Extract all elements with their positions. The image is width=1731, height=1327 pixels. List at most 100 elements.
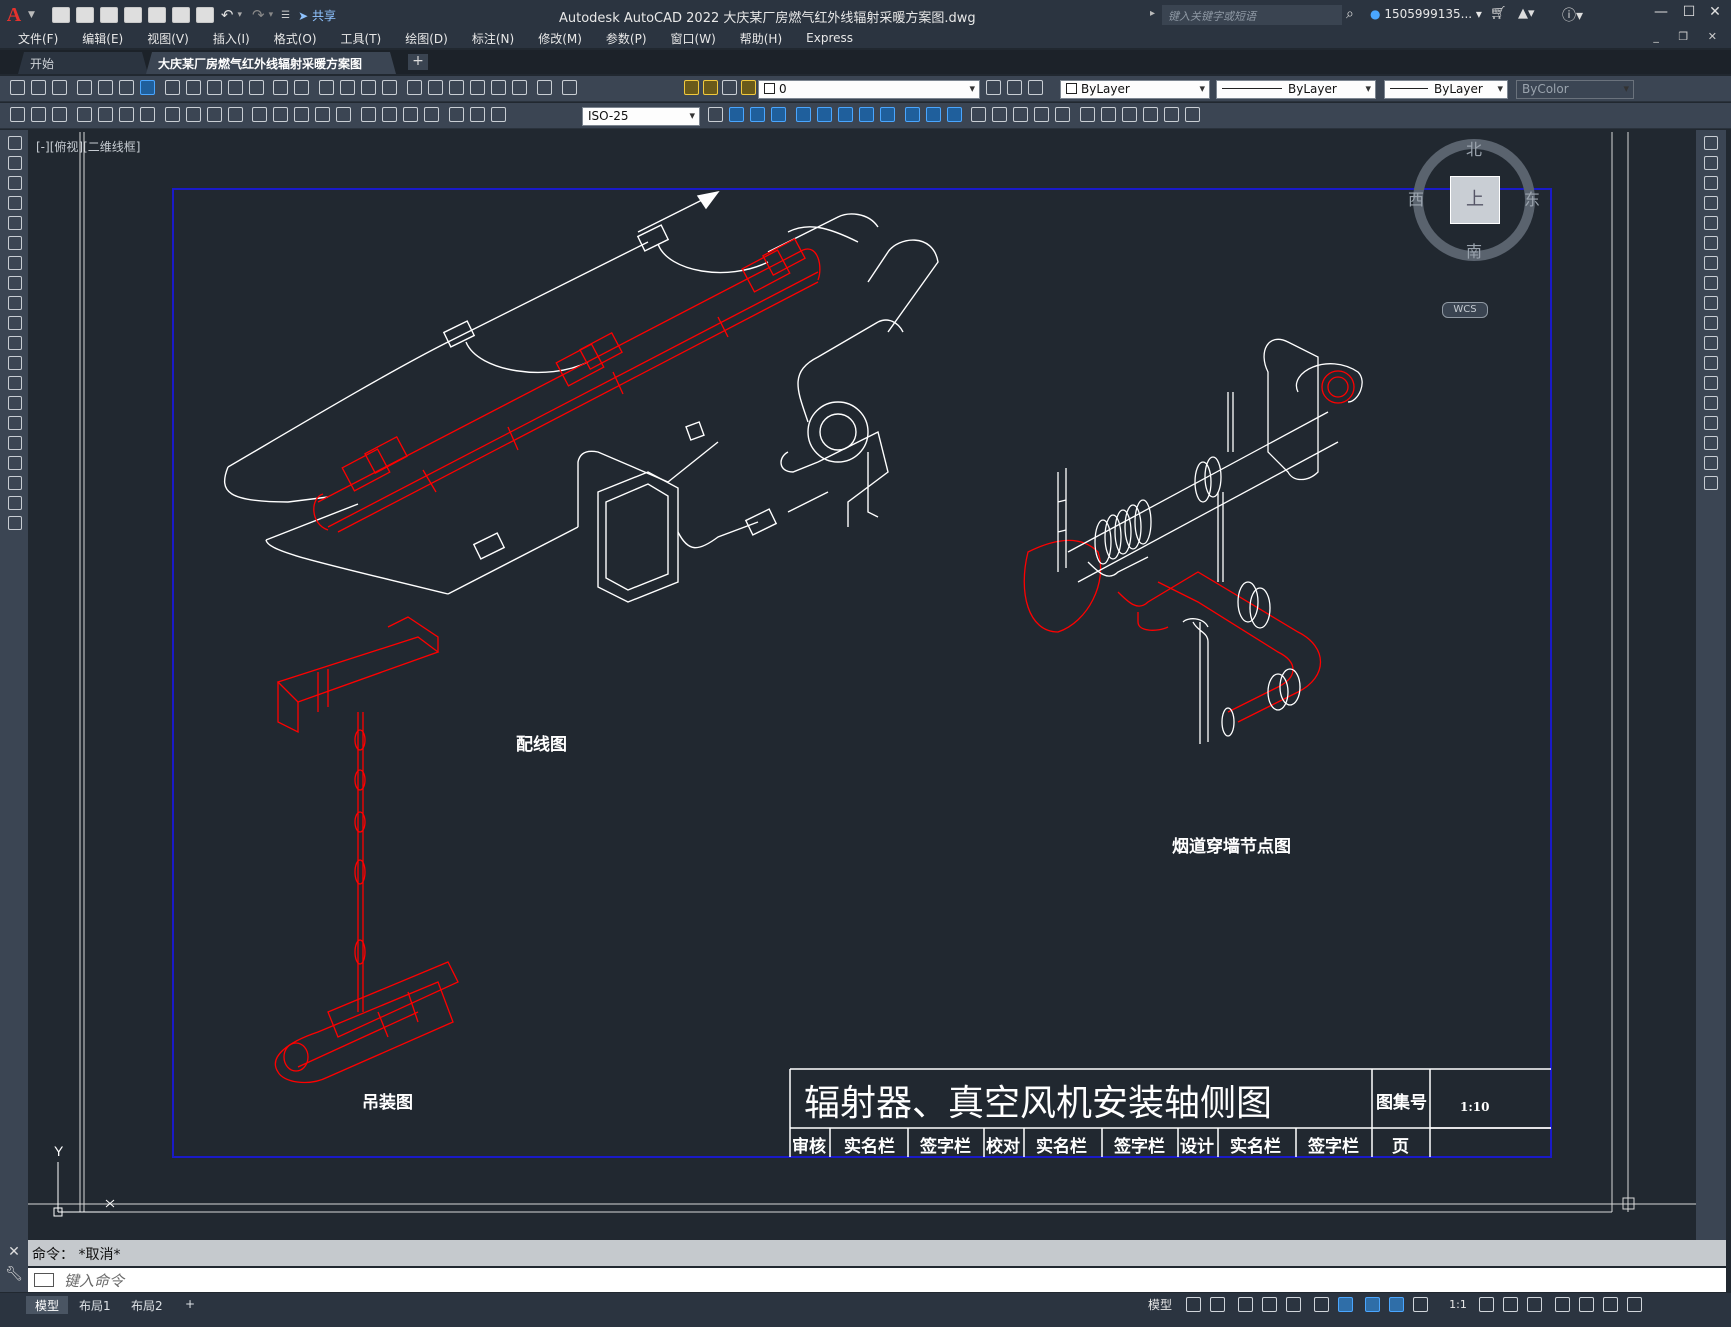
model-space-toggle[interactable]: 模型 (1148, 1298, 1172, 1312)
dim-style-icon[interactable] (708, 107, 723, 122)
join-icon[interactable] (1704, 396, 1718, 410)
explode-icon[interactable] (1704, 476, 1718, 490)
3d-print-icon[interactable] (139, 80, 155, 95)
ordinate-dim-icon[interactable] (139, 107, 155, 122)
markup-icon[interactable] (491, 80, 507, 95)
redo-tool-icon[interactable] (294, 80, 310, 95)
help-icon[interactable]: ⓘ▾ (1562, 5, 1583, 25)
union-icon[interactable] (904, 107, 920, 122)
plot-icon[interactable] (76, 80, 92, 95)
new-icon[interactable] (10, 80, 25, 95)
intersect-icon[interactable] (946, 107, 962, 122)
search-expand-icon[interactable]: ▸ (1150, 8, 1155, 19)
close-command-icon[interactable]: ✕ (0, 1244, 28, 1260)
fullscreen-icon[interactable] (1602, 1297, 1618, 1312)
extrude-icon[interactable] (971, 107, 987, 122)
flatshot-icon[interactable] (1101, 107, 1117, 122)
dim-edit-icon[interactable] (449, 107, 465, 122)
help-tool-icon[interactable] (536, 80, 552, 95)
share-button[interactable]: ➤ 共享 (298, 7, 336, 24)
plotstyle-dropdown[interactable]: ByColor (1516, 80, 1634, 99)
linetype-dropdown[interactable]: ByLayer (1216, 80, 1376, 99)
polygon-icon[interactable] (8, 196, 22, 210)
extend-icon[interactable] (1704, 336, 1718, 350)
publish-icon[interactable] (118, 80, 134, 95)
mirror-3d-icon[interactable] (858, 107, 874, 122)
menu-modify[interactable]: 修改(M) (538, 30, 582, 47)
isolate-objects-icon[interactable] (1578, 1297, 1594, 1312)
viewcube-south[interactable]: 南 (1466, 238, 1482, 262)
drawing-viewport[interactable]: [-][俯视][二维线框] Y 配线图 烟道穿墙节点图 吊装图 辐射器、真空风机… (28, 132, 1696, 1232)
array-3d-icon[interactable] (879, 107, 895, 122)
solid-icon-1[interactable] (729, 107, 744, 122)
new-tab-button[interactable]: + (408, 54, 428, 70)
inspection-icon[interactable] (403, 107, 419, 122)
chamfer-icon[interactable] (1704, 416, 1718, 430)
thicken-icon[interactable] (1143, 107, 1159, 122)
ortho-icon[interactable] (1237, 1297, 1253, 1312)
make-current-layer-icon[interactable] (986, 80, 1001, 95)
presspull-icon[interactable] (1055, 107, 1071, 122)
undo-icon[interactable]: ↶ (221, 6, 234, 24)
save-as-icon[interactable] (123, 7, 142, 23)
spline-icon[interactable] (8, 296, 22, 310)
menu-insert[interactable]: 插入(I) (213, 30, 250, 47)
baseline-dim-icon[interactable] (273, 107, 289, 122)
solid-icon-3[interactable] (771, 107, 786, 122)
fillet-icon[interactable] (1704, 436, 1718, 450)
viewcube-east[interactable]: 东 (1524, 186, 1540, 210)
redo-dropdown-icon[interactable]: ▾ (269, 10, 274, 20)
attribute-icon[interactable] (31, 107, 46, 122)
pan-icon[interactable] (319, 80, 335, 95)
plot-icon[interactable] (195, 7, 214, 23)
layer-previous-icon[interactable] (1007, 80, 1022, 95)
radius-dim-icon[interactable] (164, 107, 180, 122)
layer-properties-icon[interactable] (561, 80, 577, 95)
slice-icon[interactable] (1122, 107, 1138, 122)
point-icon[interactable] (8, 396, 22, 410)
jogged-dim-icon[interactable] (185, 107, 201, 122)
gradient-icon[interactable] (8, 436, 22, 450)
add-selected-icon[interactable] (8, 516, 22, 530)
scale-icon[interactable] (1704, 276, 1718, 290)
autocad-logo-icon[interactable]: A (0, 1, 28, 29)
hatch-icon[interactable] (8, 416, 22, 430)
dimstyle-dropdown[interactable]: ISO-25 (582, 107, 700, 126)
color-dropdown[interactable]: ByLayer (1060, 80, 1210, 99)
revolve-icon[interactable] (992, 107, 1008, 122)
menu-file[interactable]: 文件(F) (18, 30, 58, 47)
quick-calc-icon[interactable] (512, 80, 528, 95)
layout-tab-1[interactable]: 布局1 (70, 1296, 120, 1314)
zoom-previous-icon[interactable] (382, 80, 398, 95)
document-window-controls[interactable]: _ ❐ ✕ (1653, 30, 1725, 43)
viewcube-west[interactable]: 西 (1408, 186, 1424, 210)
customize-qat-icon[interactable]: ☰ (281, 10, 290, 21)
redo-icon[interactable]: ↷ (252, 6, 265, 24)
layout-tab-model[interactable]: 模型 (26, 1296, 69, 1314)
tool-palettes-icon[interactable] (449, 80, 465, 95)
grid-icon[interactable] (1185, 1297, 1201, 1312)
trim-icon[interactable] (1704, 316, 1718, 330)
mirror-icon[interactable] (1704, 176, 1718, 190)
autodesk-app-icon[interactable]: ▲▾ (1518, 6, 1535, 21)
rectangle-icon[interactable] (8, 216, 22, 230)
layer-vp-freeze-icon[interactable] (722, 80, 737, 95)
paste-icon[interactable] (206, 80, 222, 95)
loft-icon[interactable] (1034, 107, 1050, 122)
tab-drawing[interactable]: 大庆某厂房燃气红外线辐射采暖方案图*✕ (146, 52, 396, 74)
move-icon[interactable] (1704, 236, 1718, 250)
annotation-visibility-icon[interactable] (1389, 1297, 1405, 1312)
blend-curves-icon[interactable] (1704, 456, 1718, 470)
offset-icon[interactable] (1704, 196, 1718, 210)
cut-icon[interactable] (164, 80, 180, 95)
line-icon[interactable] (8, 136, 22, 150)
zoom-window-icon[interactable] (361, 80, 377, 95)
customize-command-icon[interactable]: 🔧︎ (0, 1266, 28, 1282)
dim-space-icon[interactable] (315, 107, 331, 122)
stretch-icon[interactable] (1704, 296, 1718, 310)
subtract-icon[interactable] (925, 107, 941, 122)
dim-break-icon[interactable] (336, 107, 352, 122)
polyline-icon[interactable] (8, 176, 22, 190)
circle-icon[interactable] (8, 256, 22, 270)
application-menu-chevron-icon[interactable]: ▼ (28, 10, 35, 20)
